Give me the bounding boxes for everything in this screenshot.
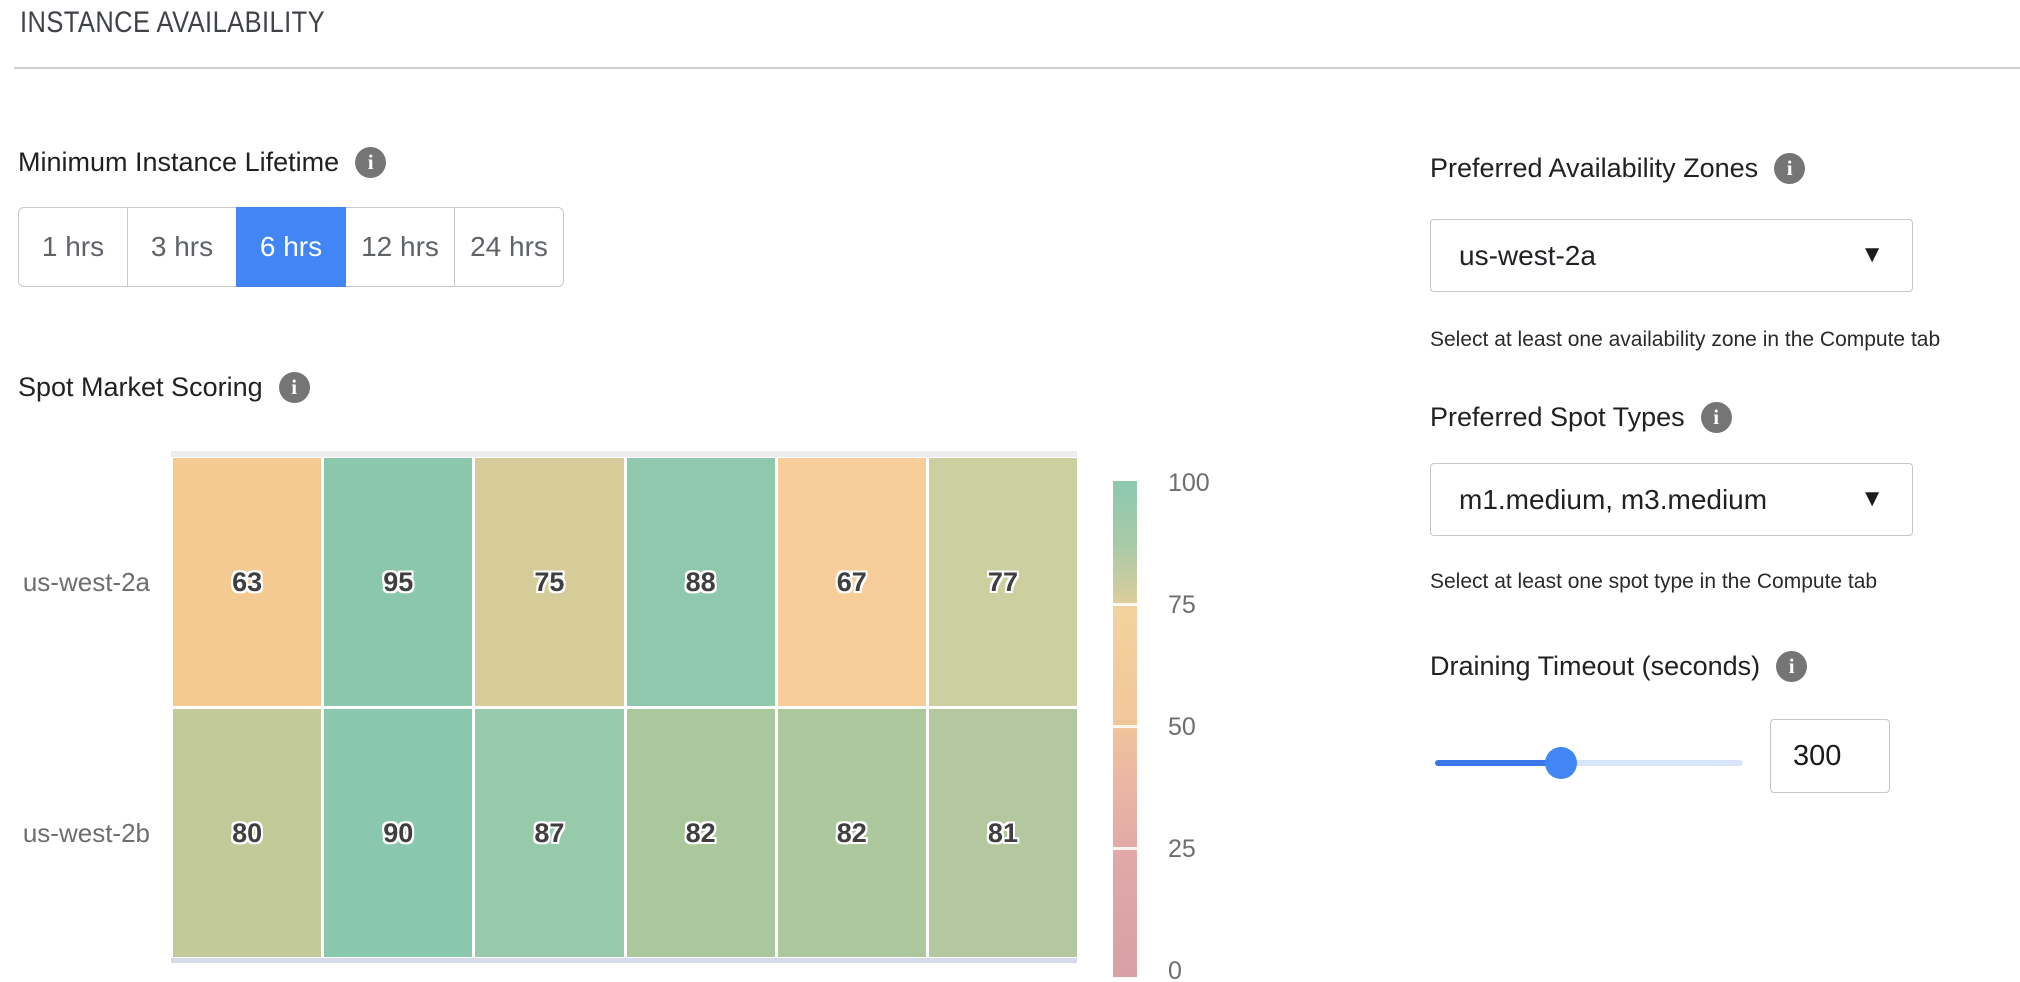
- colorbar-separator: [1113, 725, 1137, 728]
- page-title: INSTANCE AVAILABILITY: [20, 6, 325, 40]
- colorbar-ticks: 1007550250: [1168, 481, 1238, 982]
- colorbar-separator: [1113, 847, 1137, 850]
- colorbar-tick-label: 25: [1168, 833, 1196, 865]
- lifetime-option-3-hrs[interactable]: 3 hrs: [127, 207, 237, 287]
- lifetime-option-24-hrs[interactable]: 24 hrs: [454, 207, 564, 287]
- draining-timeout-input[interactable]: [1770, 719, 1890, 793]
- draining-timeout-row: Draining Timeout (seconds) i: [1430, 651, 1807, 682]
- preferred-availability-zones-row: Preferred Availability Zones i: [1430, 153, 1805, 184]
- draining-timeout-label: Draining Timeout (seconds): [1430, 651, 1760, 682]
- colorbar-tick-label: 50: [1168, 711, 1196, 743]
- heatmap-row: 639575886777: [173, 458, 1077, 706]
- spot-market-scoring-label: Spot Market Scoring: [18, 372, 263, 403]
- heatmap-cell: 88: [627, 458, 775, 706]
- colorbar: [1113, 481, 1137, 977]
- heatmap-cell: 77: [929, 458, 1077, 706]
- heatmap-cell: 63: [173, 458, 321, 706]
- header-divider: [14, 67, 2020, 69]
- slider-handle[interactable]: [1545, 747, 1577, 779]
- heatmap-cell: 81: [929, 709, 1077, 957]
- lifetime-option-1-hrs[interactable]: 1 hrs: [18, 207, 128, 287]
- colorbar-tick-label: 0: [1168, 955, 1182, 982]
- heatmap-rows: 639575886777809087828281: [173, 458, 1077, 958]
- heatmap-cell: 80: [173, 709, 321, 957]
- slider-fill: [1435, 760, 1561, 766]
- spot-types-dropdown[interactable]: m1.medium, m3.medium ▼: [1430, 463, 1913, 536]
- heatmap-cell: 87: [475, 709, 623, 957]
- instance-availability-page: INSTANCE AVAILABILITY Minimum Instance L…: [0, 0, 2020, 982]
- heatmap-row-label: us-west-2a: [20, 458, 150, 706]
- heatmap-cell: 90: [324, 709, 472, 957]
- info-icon[interactable]: i: [1774, 153, 1805, 184]
- availability-zones-helper: Select at least one availability zone in…: [1430, 328, 1940, 352]
- heatmap-cell: 82: [627, 709, 775, 957]
- heatmap-cell: 75: [475, 458, 623, 706]
- lifetime-option-6-hrs[interactable]: 6 hrs: [236, 207, 346, 287]
- spot-market-scoring-row: Spot Market Scoring i: [18, 372, 310, 403]
- preferred-availability-zones-label: Preferred Availability Zones: [1430, 153, 1758, 184]
- heatmap-row-label: us-west-2b: [20, 709, 150, 957]
- lifetime-button-group: 1 hrs3 hrs6 hrs12 hrs24 hrs: [18, 207, 564, 287]
- info-icon[interactable]: i: [1776, 651, 1807, 682]
- preferred-spot-types-label: Preferred Spot Types: [1430, 402, 1685, 433]
- minimum-instance-lifetime-row: Minimum Instance Lifetime i: [18, 147, 386, 178]
- heatmap-cell: 82: [778, 709, 926, 957]
- minimum-instance-lifetime-label: Minimum Instance Lifetime: [18, 147, 339, 178]
- heatmap-bottom-strip: [171, 958, 1077, 963]
- heatmap-cell: 67: [778, 458, 926, 706]
- colorbar-tick-label: 100: [1168, 467, 1210, 499]
- heatmap-top-strip: [171, 451, 1077, 457]
- availability-zones-value: us-west-2a: [1459, 240, 1596, 272]
- colorbar-tick-label: 75: [1168, 589, 1196, 621]
- draining-timeout-slider[interactable]: [1435, 747, 1743, 779]
- info-icon[interactable]: i: [355, 147, 386, 178]
- chevron-down-icon: ▼: [1860, 487, 1884, 511]
- heatmap-axis-labels: us-west-2aus-west-2b: [20, 458, 150, 958]
- availability-zones-dropdown[interactable]: us-west-2a ▼: [1430, 219, 1913, 292]
- chevron-down-icon: ▼: [1860, 243, 1884, 267]
- spot-types-value: m1.medium, m3.medium: [1459, 484, 1767, 516]
- spot-types-helper: Select at least one spot type in the Com…: [1430, 570, 1877, 594]
- heatmap-row: 809087828281: [173, 709, 1077, 957]
- lifetime-option-12-hrs[interactable]: 12 hrs: [345, 207, 455, 287]
- info-icon[interactable]: i: [1701, 402, 1732, 433]
- heatmap-cell: 95: [324, 458, 472, 706]
- colorbar-separator: [1113, 603, 1137, 606]
- preferred-spot-types-row: Preferred Spot Types i: [1430, 402, 1732, 433]
- info-icon[interactable]: i: [279, 372, 310, 403]
